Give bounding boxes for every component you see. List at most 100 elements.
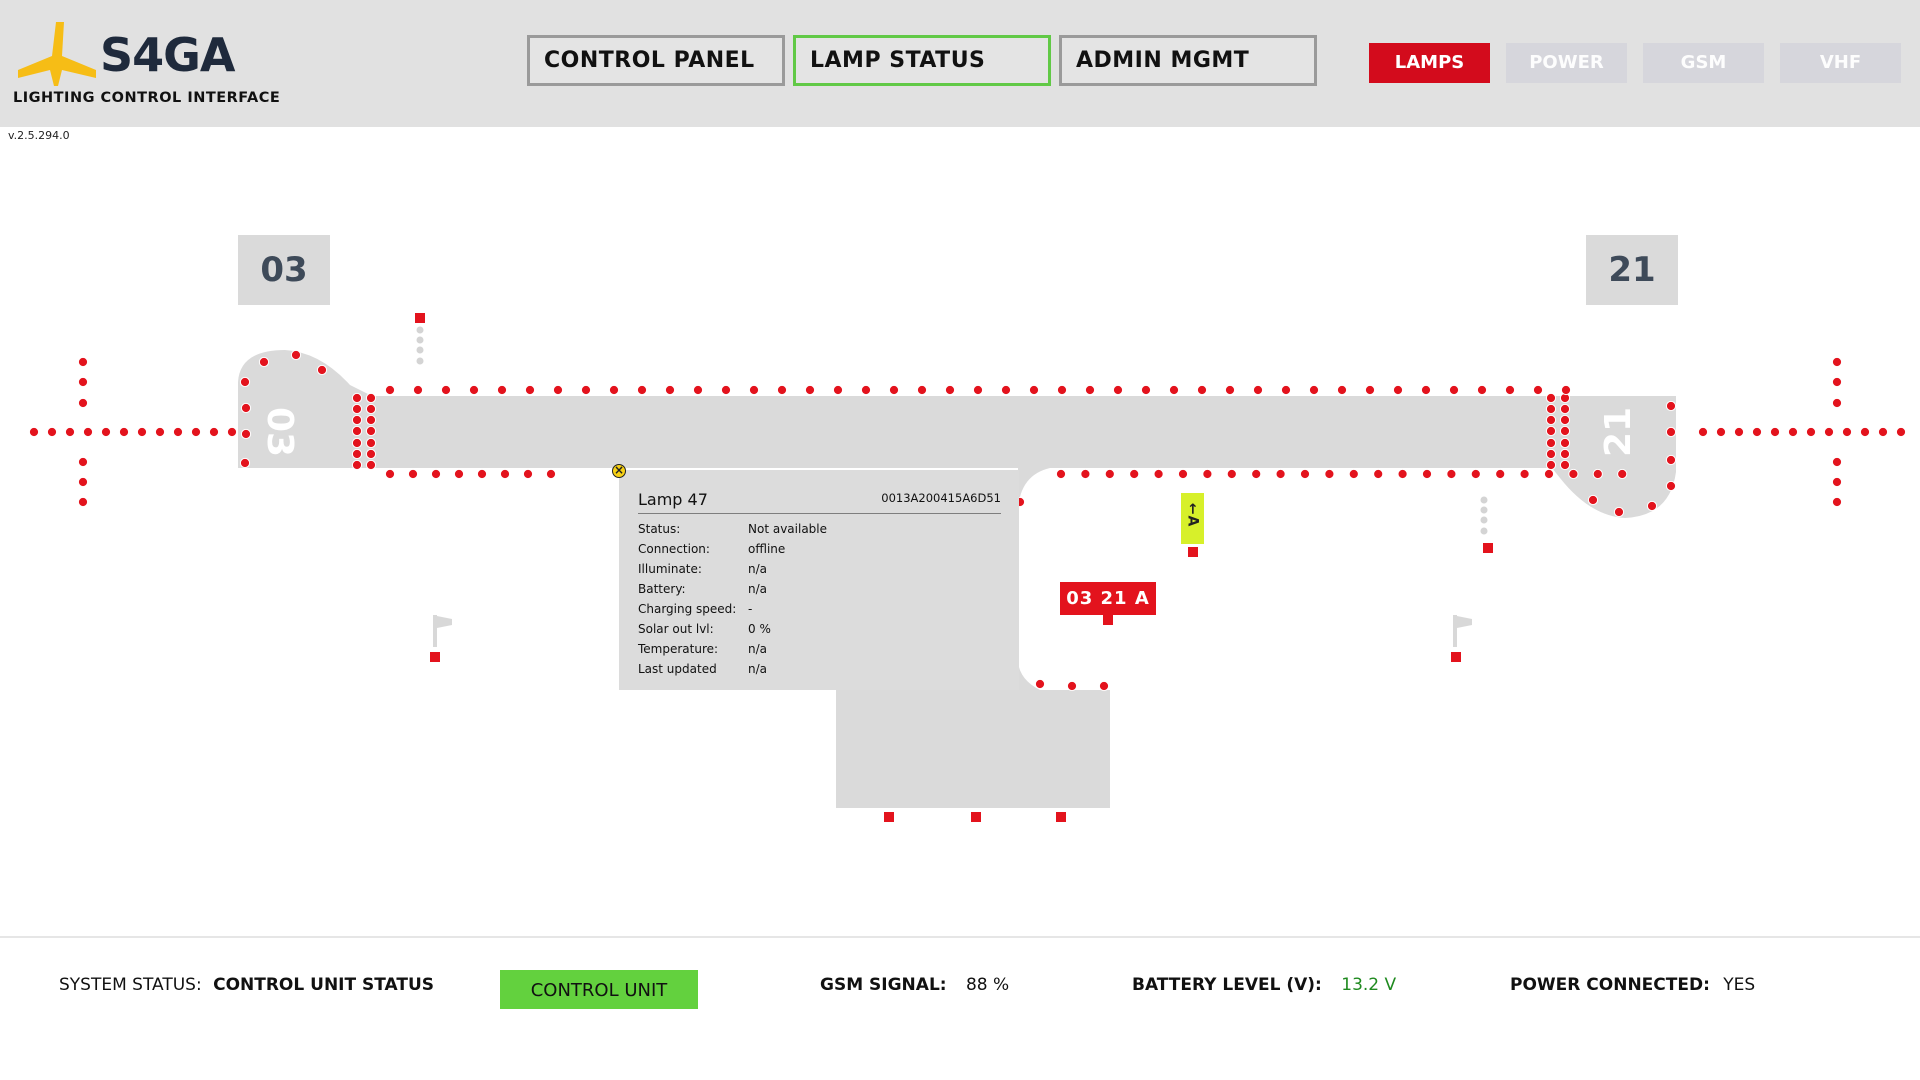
lamp-86[interactable] bbox=[580, 384, 592, 396]
lamp-149[interactable] bbox=[1519, 468, 1530, 480]
lamp-93[interactable] bbox=[776, 384, 788, 396]
sensor-unit-165[interactable] bbox=[971, 812, 981, 822]
lamp-75[interactable] bbox=[1665, 480, 1677, 492]
lamp-57[interactable] bbox=[1545, 425, 1557, 437]
lamp-120[interactable] bbox=[1532, 384, 1544, 396]
lamp-140[interactable] bbox=[1299, 468, 1311, 480]
lamp-92[interactable] bbox=[748, 384, 760, 396]
lamp-59[interactable] bbox=[1545, 437, 1557, 449]
lamp-97[interactable] bbox=[888, 384, 900, 396]
lamp-21[interactable] bbox=[1733, 426, 1745, 438]
lamp-37[interactable] bbox=[351, 392, 363, 404]
lamp-133[interactable] bbox=[1129, 468, 1140, 480]
lamp-58[interactable] bbox=[1559, 425, 1571, 437]
lamp-38[interactable] bbox=[365, 392, 377, 404]
lamp-117[interactable] bbox=[1448, 384, 1460, 396]
sensor-unit-163[interactable] bbox=[1451, 652, 1461, 662]
lamp-153[interactable] bbox=[1617, 468, 1628, 480]
sensor-unit-159[interactable] bbox=[1188, 547, 1198, 557]
lamp-36[interactable] bbox=[1831, 496, 1843, 508]
lamp-104[interactable] bbox=[1084, 384, 1096, 396]
lamp-141[interactable] bbox=[1324, 468, 1335, 480]
lamp-61[interactable] bbox=[1545, 448, 1557, 460]
lamp-108[interactable] bbox=[1196, 384, 1208, 396]
lamp-49[interactable] bbox=[351, 459, 363, 471]
lamp-71[interactable] bbox=[316, 364, 328, 376]
lamp-18[interactable] bbox=[77, 496, 89, 508]
lamp-46[interactable] bbox=[365, 437, 377, 449]
lamp-84[interactable] bbox=[524, 384, 536, 396]
lamp-9[interactable] bbox=[172, 426, 184, 438]
lamp-10[interactable] bbox=[190, 426, 202, 438]
lamp-2[interactable] bbox=[46, 426, 58, 438]
lamp-66[interactable] bbox=[240, 402, 252, 414]
lamp-103[interactable] bbox=[1056, 384, 1068, 396]
lamp-80[interactable] bbox=[412, 384, 424, 396]
lamp-82[interactable] bbox=[468, 384, 480, 396]
lamp-144[interactable] bbox=[1397, 468, 1408, 480]
lamp-125[interactable] bbox=[453, 468, 465, 480]
control-unit-badge[interactable]: CONTROL UNIT bbox=[500, 970, 698, 1009]
lamp-100[interactable] bbox=[972, 384, 984, 396]
lamp-113[interactable] bbox=[1336, 384, 1348, 396]
lamp-132[interactable] bbox=[1104, 468, 1115, 480]
lamp-29[interactable] bbox=[1877, 426, 1889, 438]
lamp-106[interactable] bbox=[1140, 384, 1152, 396]
lamp-74[interactable] bbox=[1665, 454, 1677, 466]
lamp-53[interactable] bbox=[1545, 403, 1557, 415]
lamp-151[interactable] bbox=[1568, 468, 1579, 480]
lamp-127[interactable] bbox=[499, 468, 511, 480]
lamp-109[interactable] bbox=[1224, 384, 1236, 396]
lamp-27[interactable] bbox=[1841, 426, 1853, 438]
lamp-107[interactable] bbox=[1168, 384, 1180, 396]
lamp-90[interactable] bbox=[692, 384, 704, 396]
lamp-152[interactable] bbox=[1592, 468, 1603, 480]
lamp-77[interactable] bbox=[1613, 506, 1625, 518]
lamp-135[interactable] bbox=[1177, 468, 1189, 480]
lamp-138[interactable] bbox=[1251, 468, 1262, 480]
lamp-96[interactable] bbox=[860, 384, 872, 396]
lamp-16[interactable] bbox=[77, 456, 89, 468]
lamp-63[interactable] bbox=[1545, 459, 1557, 471]
lamp-8[interactable] bbox=[154, 426, 166, 438]
lamp-44[interactable] bbox=[365, 425, 377, 437]
sensor-unit-161[interactable] bbox=[1483, 543, 1493, 553]
lamp-116[interactable] bbox=[1420, 384, 1432, 396]
lamp-1[interactable] bbox=[28, 426, 40, 438]
lamp-102[interactable] bbox=[1028, 384, 1040, 396]
lamp-12[interactable] bbox=[226, 426, 238, 438]
sensor-unit-162[interactable] bbox=[430, 652, 440, 662]
lamp-83[interactable] bbox=[496, 384, 508, 396]
lamp-122[interactable] bbox=[384, 468, 396, 480]
lamp-19[interactable] bbox=[1697, 426, 1709, 438]
close-circle-icon[interactable]: × bbox=[612, 464, 626, 478]
lamp-14[interactable] bbox=[77, 376, 89, 388]
lamp-112[interactable] bbox=[1308, 384, 1320, 396]
lamp-65[interactable] bbox=[239, 376, 251, 388]
lamp-45[interactable] bbox=[351, 437, 363, 449]
lamp-91[interactable] bbox=[720, 384, 732, 396]
lamp-76[interactable] bbox=[1587, 494, 1599, 506]
lamp-118[interactable] bbox=[1476, 384, 1488, 396]
lamp-101[interactable] bbox=[1000, 384, 1012, 396]
lamp-48[interactable] bbox=[365, 448, 377, 460]
lamp-123[interactable] bbox=[407, 468, 419, 480]
lamp-20[interactable] bbox=[1715, 426, 1727, 438]
lamp-150[interactable] bbox=[1543, 468, 1555, 480]
lamp-114[interactable] bbox=[1364, 384, 1376, 396]
taxiway-sign-yellow[interactable]: ←A bbox=[1181, 493, 1204, 544]
lamp-142[interactable] bbox=[1348, 468, 1359, 480]
lamp-155[interactable] bbox=[1034, 678, 1046, 690]
lamp-56[interactable] bbox=[1559, 414, 1571, 426]
lamp-88[interactable] bbox=[636, 384, 648, 396]
lamp-6[interactable] bbox=[118, 426, 130, 438]
lamp-40[interactable] bbox=[365, 403, 377, 415]
lamp-26[interactable] bbox=[1823, 426, 1835, 438]
lamp-41[interactable] bbox=[351, 414, 363, 426]
lamp-7[interactable] bbox=[136, 426, 148, 438]
lamp-87[interactable] bbox=[608, 384, 620, 396]
lamp-115[interactable] bbox=[1392, 384, 1404, 396]
lamp-131[interactable] bbox=[1080, 468, 1091, 480]
lamp-110[interactable] bbox=[1252, 384, 1264, 396]
lamp-79[interactable] bbox=[384, 384, 396, 396]
